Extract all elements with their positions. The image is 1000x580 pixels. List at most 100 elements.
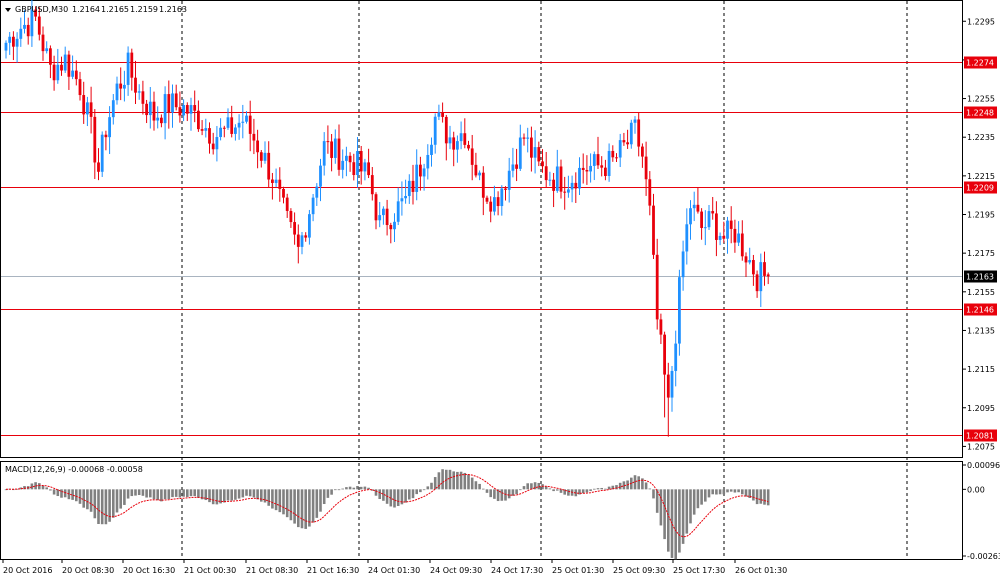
- macd-bar: [759, 489, 763, 504]
- macd-bar: [500, 489, 504, 501]
- macd-bar: [674, 489, 677, 560]
- macd-bar: [411, 489, 415, 499]
- candle-body: [578, 167, 581, 189]
- macd-bar: [49, 489, 52, 491]
- macd-bar: [522, 486, 526, 490]
- macd-bar: [644, 482, 648, 490]
- macd-bar: [252, 489, 256, 498]
- macd-bar: [559, 489, 563, 493]
- macd-bar: [544, 486, 548, 490]
- candle-body: [296, 234, 300, 247]
- time-label-0: 20 Oct 2016: [3, 566, 52, 575]
- candle-body: [267, 152, 271, 180]
- candle-body: [744, 256, 748, 263]
- macd-bar: [130, 489, 134, 497]
- candle-body: [37, 16, 41, 35]
- macd-bar: [311, 489, 315, 523]
- candle-body: [171, 93, 174, 113]
- macd-bar: [519, 489, 522, 491]
- candle-body: [518, 137, 522, 169]
- candle-body: [589, 165, 592, 172]
- macd-bar: [256, 489, 259, 500]
- macd-bar: [763, 489, 766, 505]
- candle-body: [348, 155, 352, 163]
- candle-body: [359, 151, 363, 172]
- macd-bar: [197, 489, 200, 498]
- candle-body: [726, 220, 729, 239]
- macd-bar: [178, 489, 182, 498]
- candle-body: [300, 235, 304, 247]
- candle-body: [422, 168, 426, 177]
- candle-body: [570, 182, 574, 190]
- candle-body: [715, 213, 718, 240]
- macd-bar: [463, 472, 467, 490]
- macd-bar: [700, 489, 703, 505]
- candle-body: [415, 164, 419, 192]
- candle-body: [400, 198, 404, 202]
- candle-body: [607, 150, 611, 177]
- candle-body: [648, 179, 652, 206]
- time-label-8: 24 Oct 17:30: [491, 566, 543, 575]
- candle-body: [748, 260, 752, 263]
- macd-bar: [556, 489, 559, 491]
- macd-bar: [711, 489, 714, 495]
- candle-body: [637, 119, 641, 147]
- candle-body: [689, 208, 692, 225]
- macd-bar: [593, 488, 596, 490]
- macd-bar: [260, 489, 263, 502]
- macd-bar: [755, 489, 759, 505]
- macd-bar: [152, 489, 156, 500]
- macd-bar: [297, 489, 300, 528]
- candle-body: [385, 208, 389, 226]
- macd-bar: [126, 489, 130, 499]
- candle-body: [356, 151, 359, 176]
- candle-body: [319, 165, 322, 187]
- time-label-2: 20 Oct 16:30: [123, 566, 175, 575]
- candle-body: [378, 215, 382, 221]
- candle-body: [4, 42, 8, 51]
- candle-body: [692, 204, 696, 209]
- macd-bar: [326, 489, 330, 498]
- macd-bar: [215, 489, 219, 505]
- macd-bar: [112, 489, 115, 518]
- macd-bar: [363, 486, 367, 490]
- candle-body: [552, 179, 555, 191]
- macd-bar: [334, 489, 337, 491]
- macd-bar: [426, 486, 430, 490]
- candle-body: [15, 38, 19, 47]
- macd-bar: [89, 489, 93, 512]
- candle-body: [189, 105, 193, 114]
- macd-bar: [237, 489, 241, 499]
- candle-body: [326, 141, 330, 143]
- candle-body: [430, 144, 433, 155]
- candle-body: [500, 188, 504, 207]
- candle-body: [681, 251, 685, 278]
- candle-body: [504, 188, 507, 190]
- candle-body: [259, 152, 263, 161]
- candle-body: [733, 228, 737, 243]
- macd-bar: [248, 489, 252, 497]
- candle-body: [204, 128, 208, 131]
- candle-body: [26, 24, 30, 37]
- macd-bar: [692, 489, 696, 515]
- candle-body: [193, 105, 197, 111]
- candle-body: [485, 197, 489, 202]
- candle-body: [382, 208, 385, 216]
- candle-body: [282, 188, 285, 198]
- price-label-8: 1.2135: [967, 326, 995, 335]
- macd-bar: [615, 485, 618, 490]
- candle-body: [126, 52, 130, 85]
- candle-body: [718, 235, 722, 240]
- candle-body: [659, 319, 663, 335]
- candle-body: [63, 54, 67, 71]
- candle-body: [89, 102, 93, 117]
- candle-body: [729, 220, 733, 229]
- macd-bar: [482, 488, 485, 490]
- macd-bar: [689, 489, 692, 524]
- macd-bar: [589, 489, 592, 492]
- candle-body: [574, 182, 578, 189]
- candle-body: [12, 36, 15, 47]
- candle-body: [493, 197, 496, 212]
- time-label-7: 24 Oct 09:30: [430, 566, 482, 575]
- candle-body: [174, 93, 178, 108]
